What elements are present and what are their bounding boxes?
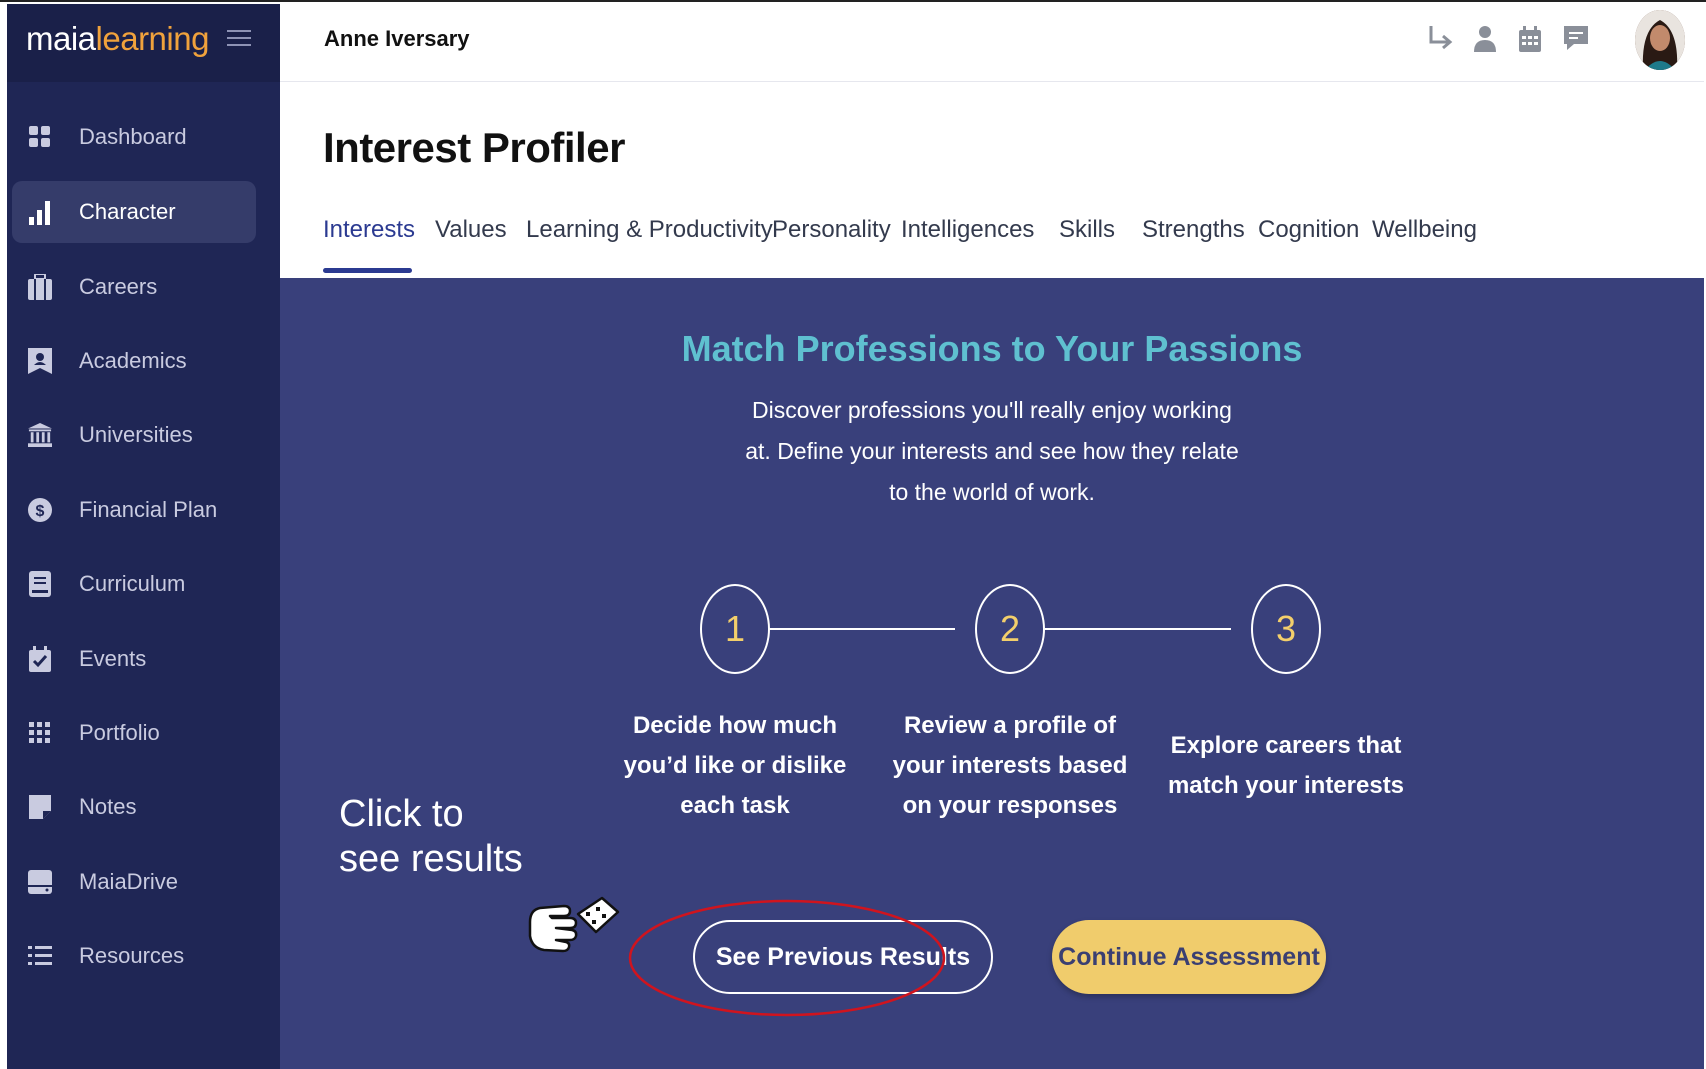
university-icon: [28, 422, 52, 448]
sidebar-item-label: Dashboard: [79, 124, 187, 149]
intro-line: to the world of work.: [889, 479, 1095, 505]
hamburger-menu-icon[interactable]: [227, 26, 251, 50]
sidebar-item-label: Curriculum: [79, 571, 186, 596]
note-icon: [28, 794, 52, 820]
briefcase-icon: [28, 274, 52, 300]
sidebar-item-label: Financial Plan: [79, 497, 218, 522]
logo-bar: maialearning: [7, 4, 280, 82]
sidebar-item-notes[interactable]: Notes: [12, 776, 256, 838]
tab-values[interactable]: Values: [435, 216, 507, 244]
tab-wellbeing[interactable]: Wellbeing: [1372, 216, 1477, 244]
assessment-panel: Match Professions to Your Passions Disco…: [280, 278, 1704, 1069]
tab-personality[interactable]: Personality: [772, 216, 891, 244]
step-2-description: Review a profile of your interests based…: [892, 712, 1128, 819]
sidebar-item-financial-plan[interactable]: $ Financial Plan: [12, 479, 256, 541]
sidebar-item-portfolio[interactable]: Portfolio: [12, 702, 256, 764]
sidebar-item-label: Careers: [79, 274, 158, 299]
headline: Match Professions to Your Passions: [681, 328, 1303, 369]
drive-icon: [28, 869, 52, 895]
intro-line: Discover professions you'll really enjoy…: [752, 397, 1232, 423]
dollar-icon: $: [28, 497, 52, 523]
step-connector: [769, 628, 955, 630]
step-connector: [1045, 628, 1231, 630]
sidebar-item-label: MaiaDrive: [79, 869, 179, 894]
tab-intelligences[interactable]: Intelligences: [901, 216, 1034, 244]
svg-text:$: $: [36, 503, 45, 520]
page-header: Interest Profiler Interests Values Learn…: [280, 82, 1704, 278]
sidebar-item-label: Universities: [79, 422, 193, 447]
sidebar-item-label: Academics: [79, 348, 187, 373]
page-title: Interest Profiler: [323, 124, 625, 171]
avatar[interactable]: [1635, 10, 1685, 70]
see-previous-results-button[interactable]: See Previous Results: [693, 920, 993, 994]
redirect-arrow-icon[interactable]: [1427, 24, 1455, 56]
sidebar-item-events[interactable]: Events: [12, 628, 256, 690]
top-bar: Anne Iversary: [280, 4, 1704, 82]
active-tab-indicator: [323, 268, 412, 273]
dashboard-icon: [28, 124, 52, 150]
sidebar-item-dashboard[interactable]: Dashboard: [12, 106, 256, 168]
continue-assessment-button[interactable]: Continue Assessment: [1052, 920, 1326, 994]
intro-line: at. Define your interests and see how th…: [745, 438, 1239, 464]
calendar-icon[interactable]: [1519, 24, 1547, 56]
sidebar-item-academics[interactable]: Academics: [12, 330, 256, 392]
click-annotation: Click to see results: [339, 793, 523, 880]
user-name: Anne Iversary: [324, 26, 470, 51]
tab-skills[interactable]: Skills: [1059, 216, 1115, 244]
intro-text: Discover professions you'll really enjoy…: [717, 390, 1267, 513]
list-icon: [28, 943, 52, 969]
step-1-circle: 1: [700, 584, 770, 674]
sidebar-item-label: Notes: [79, 794, 137, 819]
tab-cognition[interactable]: Cognition: [1258, 216, 1359, 244]
tab-learning-productivity[interactable]: Learning & Productivity: [526, 216, 773, 244]
sidebar-item-label: Character: [79, 199, 176, 224]
sidebar-item-character[interactable]: Character: [12, 181, 256, 243]
message-icon[interactable]: [1564, 24, 1592, 56]
sidebar-item-label: Resources: [79, 943, 185, 968]
pointing-hand-icon: [526, 892, 622, 962]
sidebar-item-universities[interactable]: Universities: [12, 404, 256, 466]
book-icon: [28, 571, 52, 597]
sidebar: maialearning Dashboard Character Careers…: [7, 4, 280, 1069]
person-icon[interactable]: [1473, 24, 1501, 56]
grid-dots-icon: [28, 720, 52, 746]
step-2-circle: 2: [975, 584, 1045, 674]
step-3-circle: 3: [1251, 584, 1321, 674]
sidebar-item-careers[interactable]: Careers: [12, 256, 256, 318]
sidebar-item-curriculum[interactable]: Curriculum: [12, 553, 256, 615]
academics-icon: [28, 348, 52, 374]
step-1-description: Decide how much you’d like or dislike ea…: [623, 712, 847, 819]
sidebar-item-maiadrive[interactable]: MaiaDrive: [12, 851, 256, 913]
calendar-check-icon: [28, 646, 52, 672]
tab-interests[interactable]: Interests: [323, 216, 415, 244]
sidebar-item-resources[interactable]: Resources: [12, 925, 256, 987]
sidebar-item-label: Events: [79, 646, 147, 671]
tab-strengths[interactable]: Strengths: [1142, 216, 1245, 244]
bar-chart-icon: [28, 199, 52, 225]
sidebar-item-label: Portfolio: [79, 720, 160, 745]
maialearning-logo[interactable]: maialearning: [26, 20, 209, 58]
step-3-description: Explore careers that match your interest…: [1167, 732, 1405, 799]
